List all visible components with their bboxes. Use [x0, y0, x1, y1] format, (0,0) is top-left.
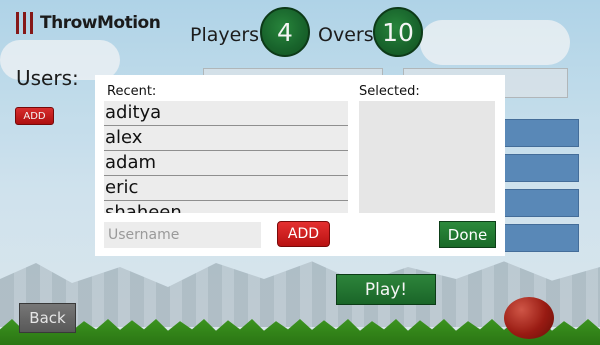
- user-select-dialog: Recent: Selected: aditya alex adam eric …: [95, 75, 505, 256]
- recent-users-list[interactable]: aditya alex adam eric shaheen: [104, 101, 348, 213]
- recent-user-item[interactable]: adam: [104, 151, 348, 176]
- recent-user-item[interactable]: aditya: [104, 101, 348, 126]
- recent-user-item[interactable]: eric: [104, 176, 348, 201]
- done-button[interactable]: Done: [439, 221, 496, 248]
- recent-user-item[interactable]: alex: [104, 126, 348, 151]
- recent-user-item[interactable]: shaheen: [104, 201, 348, 213]
- recent-label: Recent:: [107, 84, 157, 99]
- selected-users-list[interactable]: [359, 101, 495, 213]
- username-input[interactable]: [104, 222, 261, 248]
- dialog-add-button[interactable]: ADD: [277, 221, 330, 247]
- selected-label: Selected:: [359, 84, 420, 99]
